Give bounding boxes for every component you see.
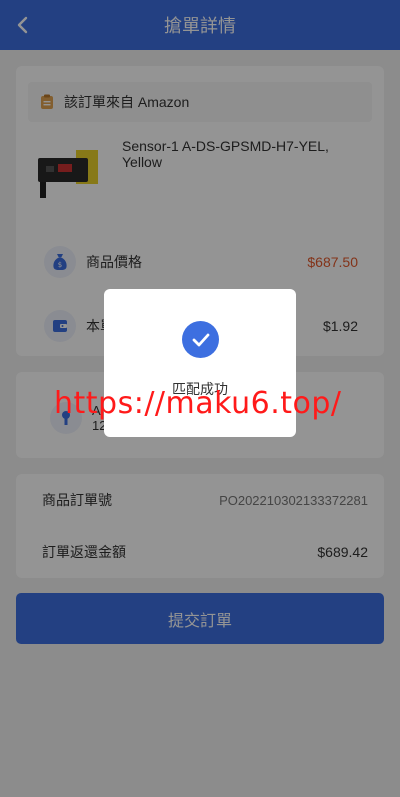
check-icon [182, 321, 219, 358]
watermark-url: https://maku6.top/ [54, 386, 342, 421]
